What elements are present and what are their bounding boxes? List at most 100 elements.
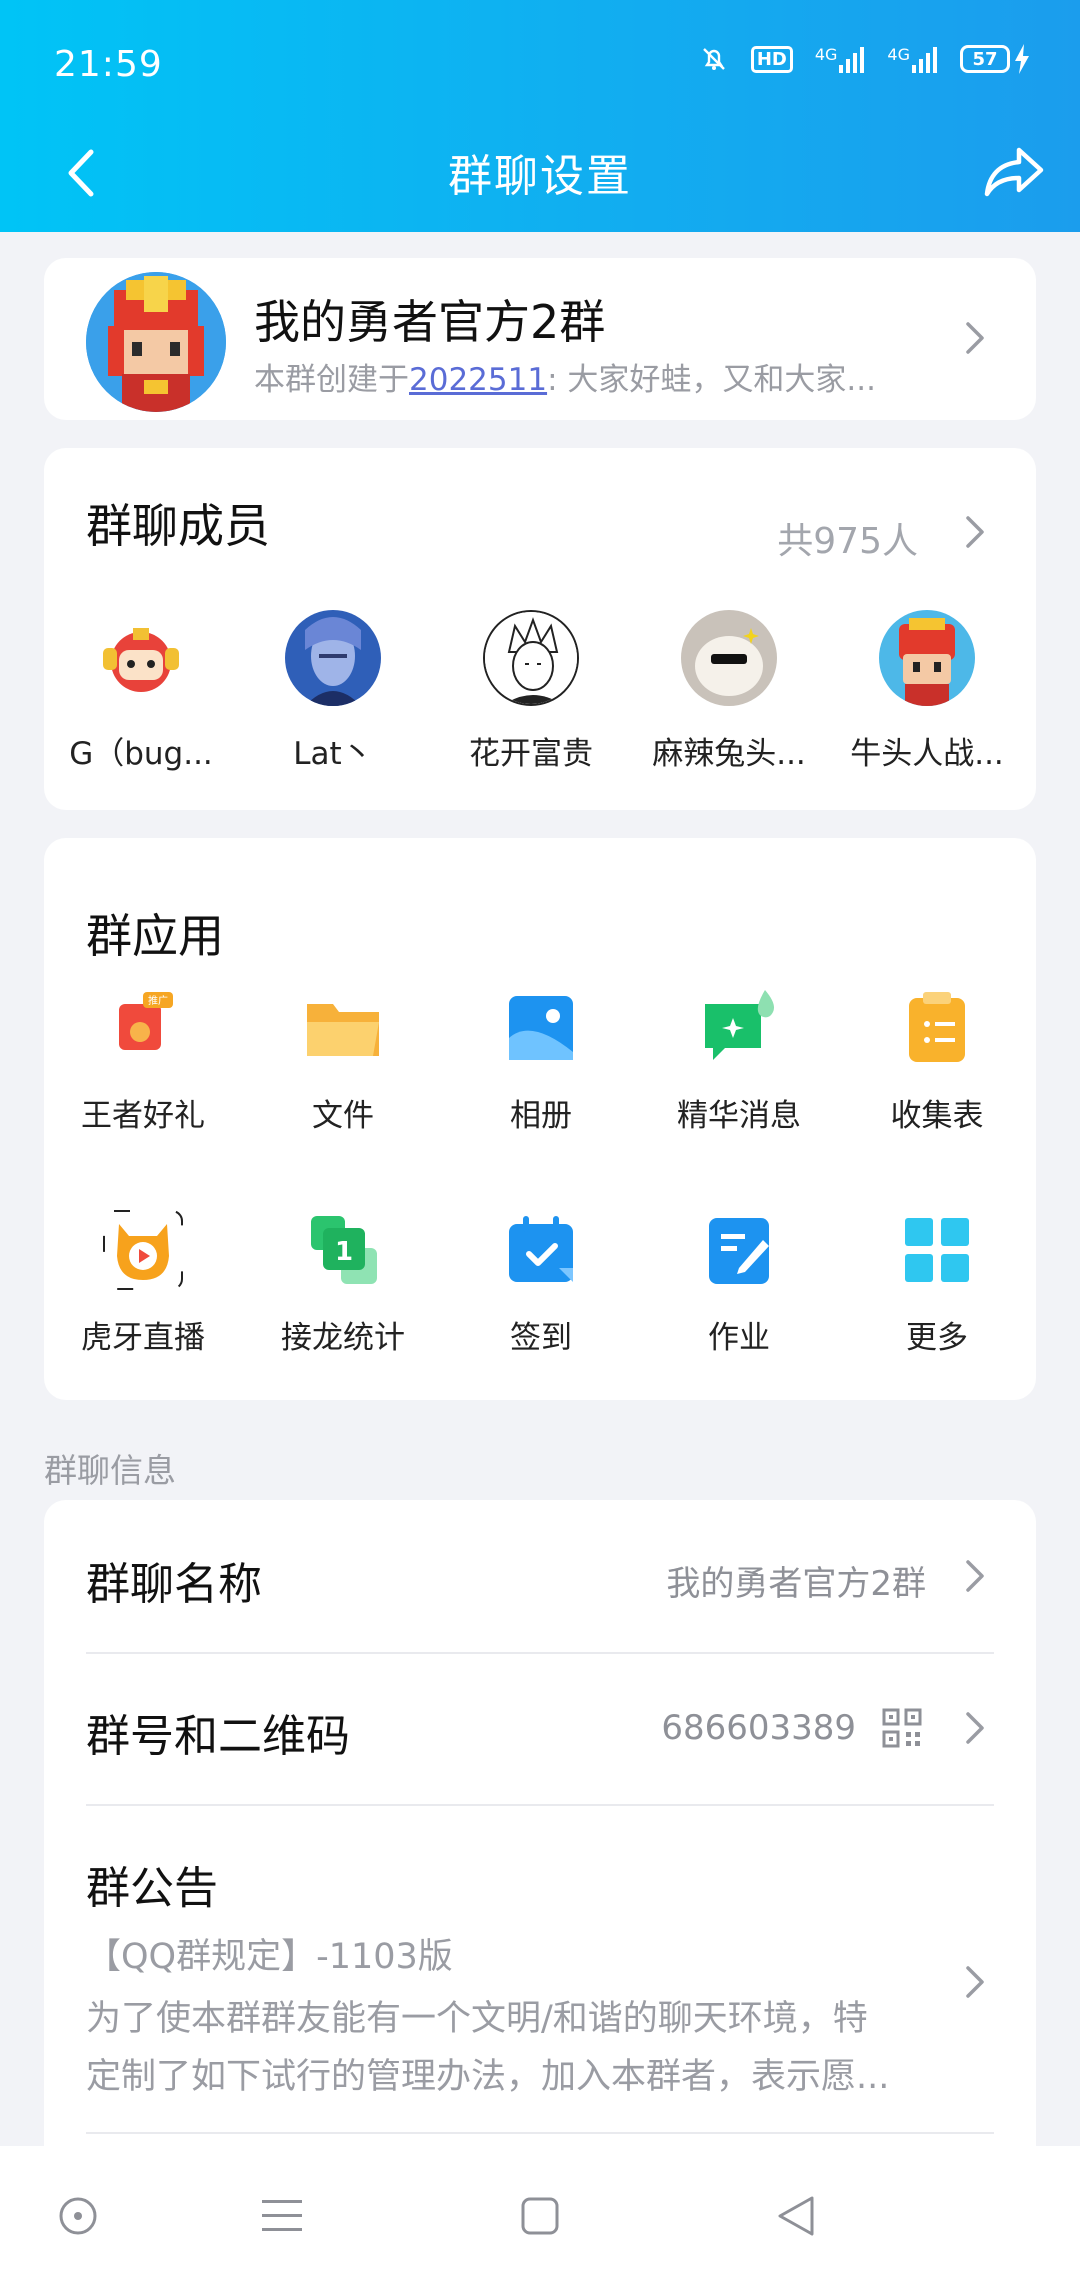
- members-title: 群聊成员: [86, 499, 270, 553]
- member-item[interactable]: Lat丶: [238, 610, 428, 773]
- divider: [86, 2132, 994, 2134]
- gift-icon: 推广: [103, 988, 183, 1068]
- app-label: 签到: [510, 1320, 572, 1356]
- member-name: 牛头人战...: [850, 736, 1004, 772]
- app-label: 王者好礼: [81, 1098, 205, 1134]
- group-created-link[interactable]: 2022511: [409, 362, 547, 398]
- notice-heading: 【QQ群规定】-1103版: [86, 1937, 453, 1977]
- status-time: 21:59: [54, 44, 163, 85]
- member-name: 花开富贵: [469, 736, 593, 772]
- info-card: 群聊名称 我的勇者官方2群 群号和二维码 686603389 群公告 【QQ群规…: [44, 1500, 1036, 2190]
- app-label: 接龙统计: [281, 1320, 405, 1356]
- row-value: 我的勇者官方2群: [666, 1564, 926, 1604]
- menu-icon: [262, 2200, 302, 2231]
- checkin-icon: [501, 1210, 581, 1290]
- app-label: 精华消息: [677, 1098, 801, 1134]
- menu-button[interactable]: [252, 2186, 312, 2246]
- nav-bar: 群聊设置: [0, 120, 1080, 230]
- row-title: 群聊名称: [86, 1559, 262, 1610]
- group-description: 本群创建于2022511: 大家好蛙，又和大家...: [254, 354, 894, 399]
- info-section-label: 群聊信息: [44, 1451, 176, 1490]
- huya-live-icon: [103, 1210, 183, 1290]
- member-item[interactable]: 麻辣兔头...: [634, 610, 824, 773]
- member-avatar: [879, 610, 975, 706]
- group-name-row[interactable]: 群聊名称 我的勇者官方2群: [44, 1500, 1036, 1652]
- folder-icon: [303, 988, 383, 1068]
- header: 21:59 HD 4G 4G 57 群聊设置: [0, 0, 1080, 232]
- member-name: Lat丶: [293, 736, 373, 772]
- notice-line: 为了使本群群友能有一个文明/和谐的聊天环境，特: [86, 1999, 868, 2039]
- app-item[interactable]: 推广 王者好礼: [58, 988, 228, 1135]
- members-count[interactable]: 共975人: [777, 512, 918, 564]
- app-item[interactable]: 相册: [456, 988, 626, 1135]
- home-button[interactable]: [510, 2186, 570, 2246]
- album-icon: [501, 988, 581, 1068]
- svg-text:1: 1: [335, 1237, 353, 1267]
- app-label: 文件: [312, 1098, 374, 1134]
- member-avatar: [93, 610, 189, 706]
- assistant-button[interactable]: [48, 2186, 108, 2246]
- member-name: G（bug...: [69, 736, 213, 772]
- apps-card: 群应用 推广 王者好礼 文件 相册 精华消息 收集表 虎牙直播 1 接龙统计 签…: [44, 838, 1036, 1400]
- essence-message-icon: [699, 988, 779, 1068]
- gift-badge-text: 推广: [148, 994, 168, 1007]
- app-label: 更多: [906, 1320, 968, 1356]
- chevron-right-icon: [966, 322, 984, 354]
- member-avatar: [483, 610, 579, 706]
- group-header-card[interactable]: 我的勇者官方2群 本群创建于2022511: 大家好蛙，又和大家...: [44, 258, 1036, 420]
- group-name: 我的勇者官方2群: [254, 295, 606, 349]
- app-label: 相册: [510, 1098, 572, 1134]
- form-icon: [897, 988, 977, 1068]
- square-icon: [521, 2197, 559, 2235]
- network-label-2: 4G: [887, 45, 910, 64]
- app-label: 虎牙直播: [81, 1320, 205, 1356]
- group-avatar[interactable]: [86, 272, 226, 412]
- app-item[interactable]: 1 接龙统计: [258, 1210, 428, 1357]
- row-value: 686603389: [661, 1708, 856, 1748]
- apps-title: 群应用: [86, 909, 224, 963]
- signal-icon-2: 4G: [887, 45, 938, 73]
- app-item[interactable]: 虎牙直播: [58, 1210, 228, 1357]
- app-item[interactable]: 精华消息: [654, 988, 824, 1135]
- circle-dot-icon: [59, 2197, 97, 2235]
- back-nav-button[interactable]: [766, 2186, 826, 2246]
- members-card: 群聊成员 共975人 G（bug... Lat丶 花开富贵 麻辣兔头... 牛头…: [44, 448, 1036, 810]
- app-item[interactable]: 签到: [456, 1210, 626, 1357]
- share-icon: [984, 147, 1044, 197]
- chevron-right-icon: [966, 1712, 984, 1744]
- share-button[interactable]: [974, 134, 1054, 210]
- battery-level: 57: [960, 45, 1010, 73]
- status-icons: HD 4G 4G 57: [699, 44, 1030, 74]
- app-label: 收集表: [890, 1098, 984, 1134]
- more-grid-icon: [897, 1210, 977, 1290]
- group-desc-suffix: : 大家好蛙，又和大家...: [547, 362, 876, 398]
- app-item[interactable]: 作业: [654, 1210, 824, 1357]
- app-label: 作业: [708, 1320, 770, 1356]
- system-nav-bar: [0, 2146, 1080, 2280]
- status-bar: 21:59 HD 4G 4G 57: [0, 0, 1080, 130]
- app-item[interactable]: 文件: [258, 988, 428, 1135]
- chevron-right-icon: [966, 1560, 984, 1592]
- notice-body: 为了使本群群友能有一个文明/和谐的聊天环境，特 定制了如下试行的管理办法，加入本…: [86, 1990, 976, 2106]
- triangle-back-icon: [778, 2196, 814, 2236]
- row-title: 群公告: [86, 1863, 218, 1914]
- member-name: 麻辣兔头...: [652, 736, 806, 772]
- battery-icon: 57: [960, 44, 1030, 74]
- page-title: 群聊设置: [448, 151, 632, 202]
- member-item[interactable]: 花开富贵: [436, 610, 626, 773]
- group-desc-prefix: 本群创建于: [254, 362, 409, 398]
- member-avatar: [285, 610, 381, 706]
- notice-line: 定制了如下试行的管理办法，加入本群者，表示愿...: [86, 2057, 890, 2097]
- mute-icon: [699, 44, 729, 74]
- app-item[interactable]: 收集表: [852, 988, 1022, 1135]
- hd-icon: HD: [750, 45, 793, 73]
- member-item[interactable]: G（bug...: [46, 610, 236, 773]
- chevron-right-icon[interactable]: [964, 514, 986, 550]
- qrcode-icon: [882, 1708, 922, 1748]
- relay-stats-icon: 1: [303, 1210, 383, 1290]
- member-item[interactable]: 牛头人战...: [832, 610, 1022, 773]
- group-id-row[interactable]: 群号和二维码 686603389: [44, 1652, 1036, 1804]
- signal-icon: 4G: [815, 45, 866, 73]
- network-label: 4G: [814, 45, 838, 64]
- app-item[interactable]: 更多: [852, 1210, 1022, 1357]
